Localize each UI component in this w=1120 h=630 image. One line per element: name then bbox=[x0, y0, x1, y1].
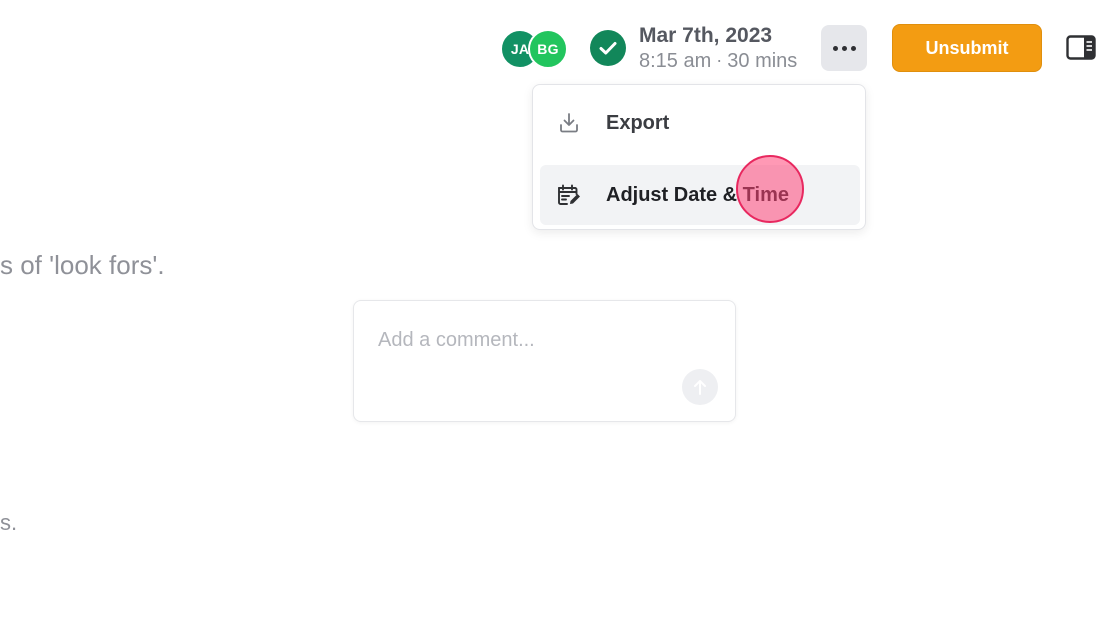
partial-body-text: s. bbox=[0, 510, 18, 535]
unsubmit-button[interactable]: Unsubmit bbox=[892, 24, 1042, 72]
observation-duration: 30 mins bbox=[727, 50, 798, 73]
calendar-edit-icon bbox=[555, 181, 583, 209]
comment-box bbox=[353, 300, 736, 422]
menu-item-label: Export bbox=[606, 111, 670, 134]
menu-item-export[interactable]: Export bbox=[540, 93, 860, 153]
download-icon bbox=[555, 109, 583, 137]
avatar[interactable]: BG bbox=[528, 29, 568, 69]
observation-time: 8:15 am bbox=[639, 50, 712, 73]
more-horizontal-icon bbox=[832, 45, 838, 51]
sidebar-panel-icon[interactable] bbox=[1066, 35, 1096, 61]
comment-input[interactable] bbox=[378, 329, 678, 352]
observation-time-duration: 8:15 am · 30 mins bbox=[639, 50, 797, 72]
partial-body-text: s of 'look fors'. bbox=[0, 250, 165, 280]
observation-date-block: Mar 7th, 2023 8:15 am · 30 mins bbox=[639, 24, 797, 72]
menu-item-adjust-date-time[interactable]: Adjust Date & Time bbox=[540, 165, 860, 225]
separator-dot: · bbox=[716, 50, 723, 71]
click-indicator bbox=[736, 155, 804, 223]
more-options-button[interactable] bbox=[821, 25, 867, 71]
participant-avatars: JA BG bbox=[500, 29, 570, 69]
more-options-menu: Export Adjust Date & Time bbox=[532, 84, 866, 230]
send-comment-button[interactable] bbox=[682, 369, 718, 405]
observation-date: Mar 7th, 2023 bbox=[639, 24, 773, 47]
arrow-up-icon bbox=[694, 380, 706, 395]
check-circle-icon bbox=[590, 30, 626, 66]
